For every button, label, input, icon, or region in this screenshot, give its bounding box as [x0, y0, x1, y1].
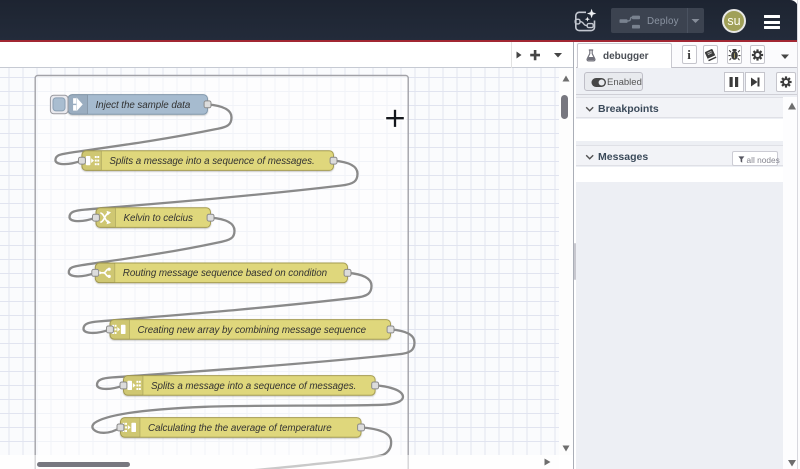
- svg-text:i: i: [687, 47, 691, 62]
- svg-text:Calculating the the average of: Calculating the the average of temperatu…: [148, 423, 332, 434]
- svg-text:Creating new array by combinin: Creating new array by combining message …: [138, 325, 367, 336]
- svg-text:Splits a message into a sequen: Splits a message into a sequence of mess…: [109, 156, 314, 167]
- svg-text:Inject the sample data: Inject the sample data: [96, 100, 191, 111]
- svg-text:Routing message sequence based: Routing message sequence based on condit…: [123, 268, 327, 279]
- svg-text:Kelvin to celcius: Kelvin to celcius: [124, 213, 194, 224]
- svg-text:Splits a message into a sequen: Splits a message into a sequence of mess…: [151, 381, 356, 392]
